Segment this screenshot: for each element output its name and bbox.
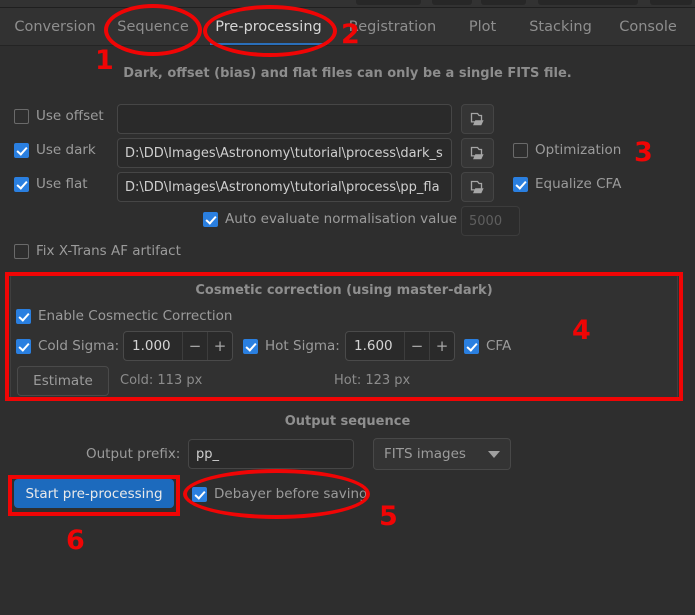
output-format-value: FITS images: [384, 446, 466, 462]
cfa-label: CFA: [486, 338, 512, 354]
start-pre-processing-button[interactable]: Start pre-processing: [14, 479, 174, 508]
tab-plot[interactable]: Plot: [455, 8, 510, 46]
cold-sigma-spinner[interactable]: 1.000 − +: [123, 331, 233, 361]
cosmetic-correction-title: Cosmetic correction (using master-dark): [195, 283, 493, 298]
dark-browse-button[interactable]: [461, 138, 494, 168]
cfa-row: CFA: [464, 338, 511, 354]
hot-sigma-row: Hot Sigma:: [243, 338, 340, 354]
normalisation-value-input[interactable]: 5000: [461, 206, 520, 236]
main-tab-bar: Conversion Sequence Pre-processing Regis…: [0, 8, 695, 46]
output-prefix-input[interactable]: pp_: [188, 439, 354, 469]
tab-label: Registration: [348, 19, 437, 35]
tab-label: Conversion: [14, 19, 96, 35]
toolbar-button[interactable]: [356, 0, 421, 5]
debayer-label: Debayer before saving: [214, 486, 368, 502]
tab-label: Console: [619, 19, 677, 35]
toolbar-button[interactable]: [432, 0, 472, 5]
cold-sigma-decrement[interactable]: −: [182, 332, 207, 360]
use-flat-label: Use flat: [36, 176, 88, 192]
tab-label: Sequence: [117, 19, 189, 35]
fix-xtrans-label: Fix X-Trans AF artifact: [36, 243, 181, 259]
cold-sigma-value[interactable]: 1.000: [124, 332, 182, 360]
chevron-down-icon: [488, 450, 500, 458]
output-prefix-label: Output prefix:: [86, 446, 181, 462]
use-dark-checkbox[interactable]: [14, 142, 29, 158]
hot-sigma-increment[interactable]: +: [429, 332, 454, 360]
optimization-label: Optimization: [535, 142, 622, 158]
enable-cosmetic-row: Enable Cosmectic Correction: [16, 308, 232, 324]
cold-sigma-row: Cold Sigma:: [16, 338, 119, 354]
hot-sigma-spinner[interactable]: 1.600 − +: [345, 331, 455, 361]
fix-xtrans-checkbox[interactable]: [14, 243, 29, 259]
tab-conversion[interactable]: Conversion: [5, 8, 105, 46]
dark-path-input[interactable]: D:\DD\Images\Astronomy\tutorial\process\…: [117, 138, 452, 168]
flat-browse-button[interactable]: [461, 172, 494, 202]
hot-sigma-label: Hot Sigma:: [265, 338, 340, 354]
use-offset-row: Use offset: [14, 108, 104, 124]
output-sequence-title: Output sequence: [284, 414, 411, 429]
offset-browse-button[interactable]: [461, 104, 494, 134]
toolbar-button[interactable]: [538, 0, 638, 5]
tab-console[interactable]: Console: [608, 8, 688, 46]
cold-sigma-checkbox[interactable]: [16, 338, 31, 354]
hot-sigma-checkbox[interactable]: [243, 338, 258, 354]
hot-sigma-decrement[interactable]: −: [404, 332, 429, 360]
use-dark-row: Use dark: [14, 142, 96, 158]
auto-normalisation-checkbox[interactable]: [203, 211, 218, 227]
tab-label: Plot: [468, 19, 497, 35]
hot-sigma-value[interactable]: 1.600: [346, 332, 404, 360]
tab-label: Stacking: [529, 19, 592, 35]
offset-path-input[interactable]: [117, 104, 452, 134]
toolbar-button[interactable]: [481, 0, 526, 5]
use-offset-label: Use offset: [36, 108, 104, 124]
use-offset-checkbox[interactable]: [14, 108, 29, 124]
estimate-button[interactable]: Estimate: [17, 366, 109, 396]
output-format-select[interactable]: FITS images: [373, 438, 511, 470]
use-flat-checkbox[interactable]: [14, 176, 29, 192]
open-file-icon: [470, 112, 484, 125]
tab-stacking[interactable]: Stacking: [518, 8, 603, 46]
open-file-icon: [470, 180, 484, 193]
fix-xtrans-row: Fix X-Trans AF artifact: [14, 243, 181, 259]
tab-label: Pre-processing: [215, 19, 322, 35]
optimization-checkbox[interactable]: [513, 142, 528, 158]
hot-pixel-stat: Hot: 123 px: [334, 373, 411, 388]
tab-registration[interactable]: Registration: [340, 8, 445, 46]
optimization-row: Optimization: [513, 142, 621, 158]
enable-cosmetic-label: Enable Cosmectic Correction: [38, 308, 233, 324]
toolbar-button[interactable]: [650, 0, 692, 5]
cold-sigma-increment[interactable]: +: [207, 332, 232, 360]
enable-cosmetic-checkbox[interactable]: [16, 308, 31, 324]
pre-processing-panel: Dark, offset (bias) and flat files can o…: [0, 46, 695, 615]
use-flat-row: Use flat: [14, 176, 88, 192]
cold-sigma-label: Cold Sigma:: [38, 338, 120, 354]
auto-normalisation-label: Auto evaluate normalisation value: [225, 211, 458, 227]
tab-sequence[interactable]: Sequence: [108, 8, 198, 46]
window-toolbar-strip: [0, 0, 695, 8]
cold-pixel-stat: Cold: 113 px: [120, 373, 203, 388]
use-dark-label: Use dark: [36, 142, 96, 158]
tab-pre-processing[interactable]: Pre-processing: [204, 8, 333, 46]
equalize-cfa-label: Equalize CFA: [535, 176, 622, 192]
single-fits-note: Dark, offset (bias) and flat files can o…: [123, 66, 572, 81]
auto-normalisation-row: Auto evaluate normalisation value: [203, 211, 457, 227]
open-file-icon: [470, 146, 484, 159]
flat-path-input[interactable]: D:\DD\Images\Astronomy\tutorial\process\…: [117, 172, 452, 202]
equalize-cfa-checkbox[interactable]: [513, 176, 528, 192]
equalize-cfa-row: Equalize CFA: [513, 176, 621, 192]
cfa-checkbox[interactable]: [464, 338, 479, 354]
debayer-row: Debayer before saving: [192, 486, 368, 502]
debayer-checkbox[interactable]: [192, 486, 207, 502]
